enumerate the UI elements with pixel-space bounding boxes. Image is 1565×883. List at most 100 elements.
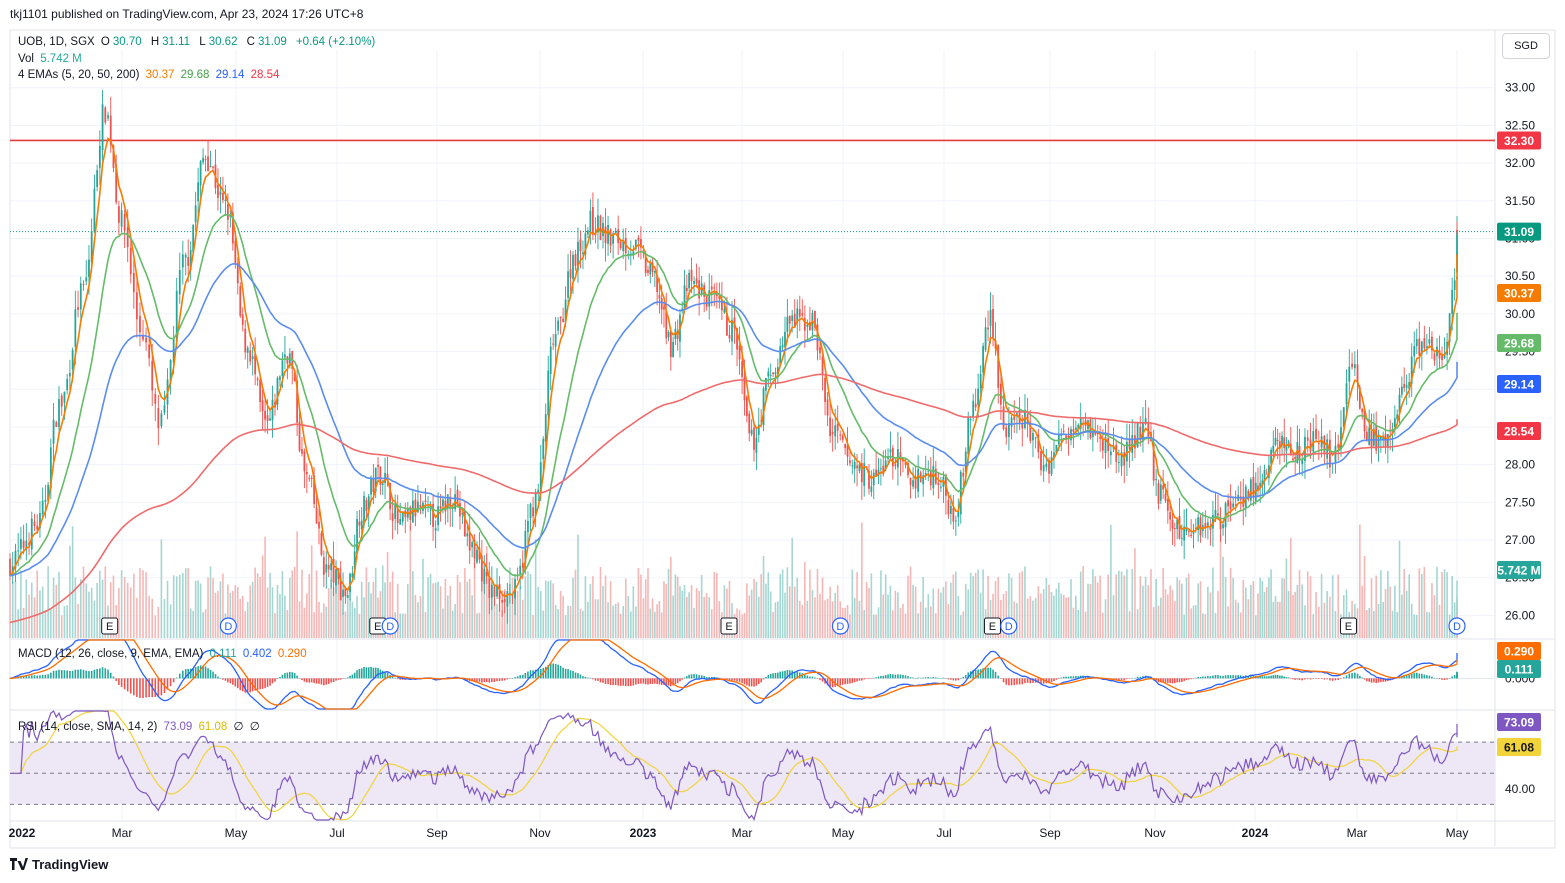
volume-bar bbox=[612, 605, 614, 638]
macd-histogram-bar bbox=[1443, 678, 1446, 680]
volume-bar bbox=[1060, 593, 1063, 638]
volume-bar bbox=[276, 585, 279, 638]
volume-bar bbox=[1176, 577, 1178, 638]
candle-body bbox=[1283, 437, 1286, 449]
macd-histogram-bar bbox=[1326, 678, 1328, 680]
volume-bar bbox=[547, 581, 550, 638]
macd-histogram-bar bbox=[1285, 677, 1288, 679]
candle-body bbox=[982, 345, 984, 373]
candle-body bbox=[672, 341, 675, 357]
candle-body bbox=[269, 418, 271, 421]
volume-bar bbox=[1261, 580, 1264, 638]
candle-body bbox=[98, 145, 101, 168]
change-value: +0.64 (+2.10%) bbox=[295, 36, 376, 48]
volume-bar bbox=[1237, 602, 1240, 638]
macd-histogram-bar bbox=[1340, 678, 1342, 679]
volume-bar bbox=[962, 611, 965, 638]
volume-bar bbox=[912, 584, 914, 638]
volume-bar bbox=[849, 614, 851, 638]
macd-histogram-bar bbox=[93, 669, 96, 679]
macd-histogram-bar bbox=[868, 678, 870, 679]
rsi-value: 73.09 bbox=[163, 721, 193, 733]
volume-bar bbox=[151, 598, 154, 638]
candle-body bbox=[370, 478, 372, 495]
macd-histogram-bar bbox=[1423, 674, 1426, 679]
candle-body bbox=[1386, 434, 1389, 449]
macd-histogram-bar bbox=[924, 677, 927, 679]
macd-histogram-bar bbox=[609, 678, 612, 686]
macd-histogram-bar bbox=[1270, 675, 1272, 679]
macd-histogram-bar bbox=[1331, 678, 1334, 681]
volume-bar bbox=[182, 573, 184, 638]
volume-bar bbox=[28, 594, 30, 638]
macd-histogram-bar bbox=[256, 678, 259, 690]
macd-histogram-bar bbox=[959, 678, 962, 679]
volume-bar bbox=[1304, 605, 1306, 638]
volume-bar bbox=[870, 573, 873, 638]
macd-histogram-bar bbox=[1176, 678, 1178, 683]
ema-50-line bbox=[9, 263, 1458, 577]
volume-bar bbox=[298, 601, 301, 638]
candle-body bbox=[723, 308, 726, 313]
volume-bar bbox=[1373, 610, 1375, 638]
macd-histogram-bar bbox=[521, 674, 524, 679]
macd-histogram-bar bbox=[853, 678, 856, 683]
currency-button[interactable]: SGD bbox=[1502, 33, 1550, 59]
volume-bar bbox=[1037, 586, 1040, 638]
candle-body bbox=[414, 499, 417, 517]
macd-histogram-bar bbox=[870, 678, 873, 679]
candle-body bbox=[33, 521, 36, 526]
candle-body bbox=[79, 283, 82, 310]
volume-bar bbox=[239, 598, 242, 638]
macd-histogram-bar bbox=[50, 672, 52, 679]
candle-body bbox=[246, 347, 249, 353]
macd-histogram-bar bbox=[501, 678, 503, 681]
macd-histogram-bar bbox=[762, 678, 765, 680]
macd-histogram-bar bbox=[339, 678, 342, 680]
macd-histogram-bar bbox=[1294, 678, 1296, 680]
macd-histogram-bar bbox=[1289, 678, 1292, 679]
macd-histogram-bar bbox=[602, 678, 604, 683]
macd-histogram-bar bbox=[246, 678, 249, 693]
candle-body bbox=[750, 429, 753, 435]
macd-histogram-bar bbox=[217, 676, 219, 679]
candle-body bbox=[244, 328, 247, 353]
macd-histogram-bar bbox=[1410, 673, 1413, 679]
candle-body bbox=[710, 286, 713, 290]
candle-body bbox=[589, 210, 592, 234]
time-tick-label: 2022 bbox=[9, 826, 36, 840]
candlesticks[interactable] bbox=[9, 89, 1458, 624]
volume-bar bbox=[698, 590, 700, 638]
macd-histogram-bar bbox=[1021, 678, 1024, 685]
volume-bar bbox=[602, 586, 604, 638]
macd-histogram-bar bbox=[519, 675, 522, 679]
volume-bar bbox=[816, 568, 819, 638]
macd-histogram-bar bbox=[932, 676, 935, 679]
candle-body bbox=[178, 270, 181, 295]
candle-body bbox=[1453, 280, 1456, 290]
volume-bar bbox=[320, 612, 323, 638]
macd-histogram-bar bbox=[85, 670, 88, 679]
volume-bar bbox=[303, 607, 306, 638]
volume-bar bbox=[567, 605, 569, 638]
macd-histogram-bar bbox=[90, 670, 93, 679]
macd-histogram-bar bbox=[1292, 678, 1294, 680]
macd-histogram-bar bbox=[1018, 678, 1021, 685]
macd-histogram-bar bbox=[774, 672, 777, 679]
volume-bar bbox=[640, 574, 642, 638]
ema-label: 4 EMAs (5, 20, 50, 200) bbox=[18, 69, 140, 81]
candle-body bbox=[377, 464, 379, 468]
macd-histogram-bar bbox=[1024, 678, 1026, 684]
candle-body bbox=[315, 507, 318, 524]
volume-bar bbox=[79, 579, 82, 638]
volume-bar bbox=[557, 609, 559, 638]
chart-canvas[interactable]: EDEDEDEDED 26.0026.5027.0027.5028.0028.5… bbox=[0, 0, 1565, 883]
candle-body bbox=[962, 473, 965, 477]
volume-bar bbox=[1387, 571, 1389, 638]
price-tag-text: 30.37 bbox=[1504, 287, 1534, 301]
macd-histogram-bar bbox=[1363, 678, 1366, 680]
macd-histogram-bar bbox=[1433, 677, 1436, 679]
volume-bar bbox=[274, 613, 276, 638]
volume-bar bbox=[93, 600, 96, 638]
volume-bar bbox=[1312, 614, 1315, 638]
